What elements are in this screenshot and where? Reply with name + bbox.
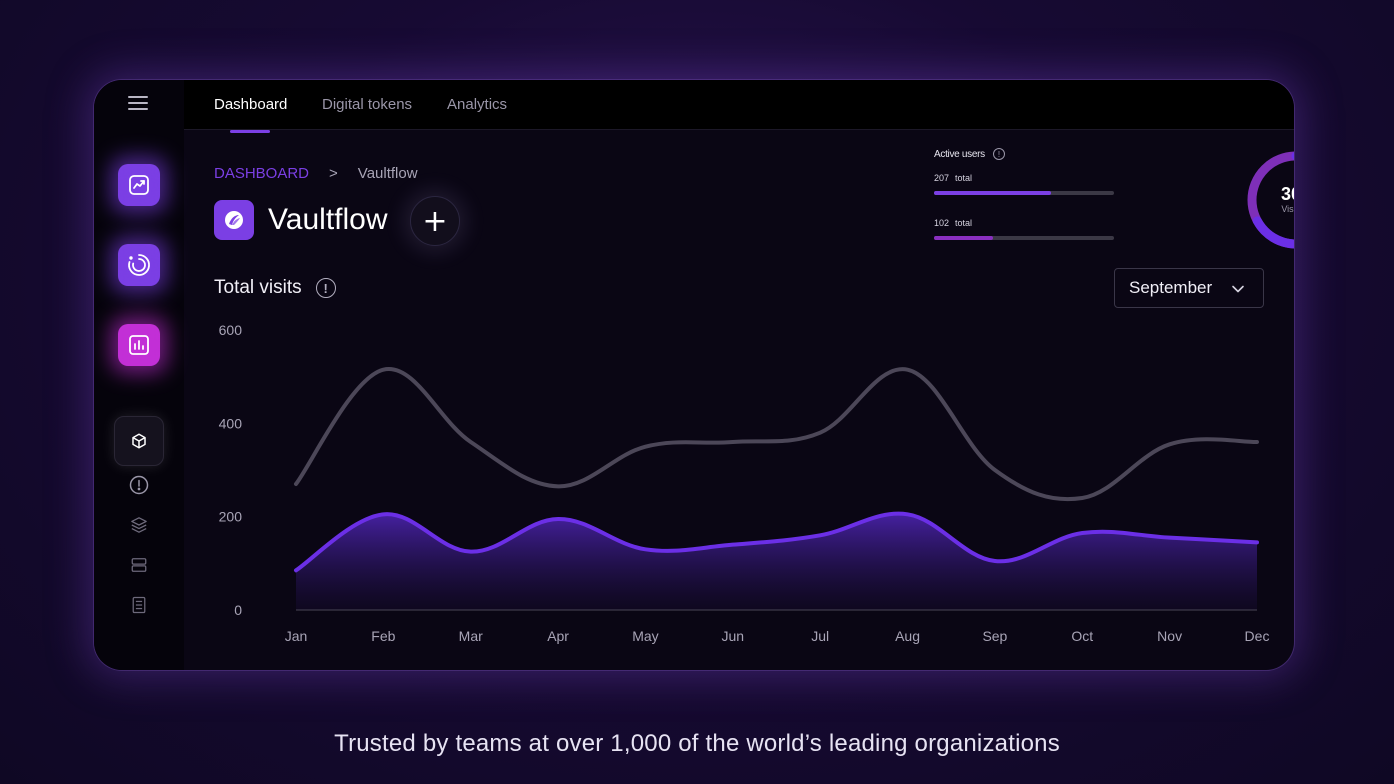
caption: Trusted by teams at over 1,000 of the wo… [334,730,1060,757]
month-select[interactable]: September [1114,268,1264,308]
chart-title: Total visits [214,277,302,298]
tab-analytics[interactable]: Analytics [447,96,507,113]
active-users-panel: Active users ! 207 total 102 total [934,148,1124,240]
x-tick-label: Feb [371,628,395,644]
y-tick-label: 200 [219,509,243,525]
active-users-label: Active users [934,148,985,160]
active-tab-indicator [230,130,270,133]
month-select-value: September [1129,278,1213,297]
spinner-button[interactable] [110,236,168,294]
spinner-icon [128,254,150,276]
trending-chart-icon [129,175,149,195]
active-users-unit: total [955,218,973,228]
active-users-value: 102 [934,218,950,228]
main-content: Dashboard Digital tokens Analytics DASHB… [184,80,1294,670]
server-icon[interactable] [129,555,149,575]
alert-icon[interactable] [129,475,149,495]
menu-icon[interactable] [128,95,150,111]
breadcrumb-current: Vaultflow [357,165,418,182]
active-users-row: 102 total [934,218,1124,240]
visitors-label: Visitors [1281,204,1294,214]
x-tick-label: Apr [547,628,569,644]
series-line [294,367,1259,502]
x-tick-label: Oct [1071,628,1093,644]
progress-track [934,191,1114,195]
y-tick-label: 0 [234,602,242,618]
bar-chart-icon [129,335,149,355]
info-icon[interactable]: ! [315,278,336,298]
cube-icon [132,433,146,449]
x-tick-label: Mar [459,628,483,644]
x-tick-label: Jul [811,628,829,644]
layers-icon[interactable] [129,515,149,535]
x-tick-label: Nov [1157,628,1182,644]
visitors-value: 309 [1280,184,1294,204]
active-users-row: 207 total [934,173,1124,195]
y-tick-label: 600 [219,322,243,338]
chart-title-row: Total visits ! [214,277,336,299]
app-window: Dashboard Digital tokens Analytics DASHB… [94,80,1294,670]
active-users-unit: total [955,173,973,183]
x-tick-label: Dec [1245,628,1270,644]
progress-fill [934,236,994,240]
active-users-title: Active users ! [934,148,1124,160]
x-tick-label: Aug [895,628,920,644]
chevron-down-icon [1232,285,1244,293]
series-area [296,513,1257,610]
y-tick-label: 400 [219,415,243,431]
add-button[interactable]: + [410,196,460,246]
cube-button[interactable] [114,416,164,466]
tab-dashboard[interactable]: Dashboard [214,96,287,113]
document-icon[interactable] [129,595,149,615]
breadcrumb-root[interactable]: DASHBOARD [214,165,309,182]
progress-fill [934,191,1051,195]
breadcrumb-separator: > [329,165,338,182]
tab-digital-tokens[interactable]: Digital tokens [322,96,412,113]
x-tick-label: Sep [982,628,1007,644]
project-logo [214,200,254,240]
top-nav: Dashboard Digital tokens Analytics [184,80,1294,133]
x-tick-label: Jun [722,628,745,644]
trending-chart-button[interactable] [110,156,168,214]
breadcrumb: DASHBOARD > Vaultflow [214,165,418,182]
visits-chart: 0 200 400 600 Jan Feb Mar Apr May Jun Jul Aug Sep Oct… [219,322,1270,644]
vaultflow-logo-icon [225,211,243,229]
page-title: Vaultflow [268,203,388,236]
bar-chart-button[interactable] [110,316,168,374]
progress-track [934,236,1114,240]
sidebar [94,80,184,670]
x-tick-label: May [632,628,658,644]
x-tick-label: Jan [285,628,308,644]
info-icon[interactable]: ! [992,148,1005,160]
active-users-value: 207 [934,173,950,183]
